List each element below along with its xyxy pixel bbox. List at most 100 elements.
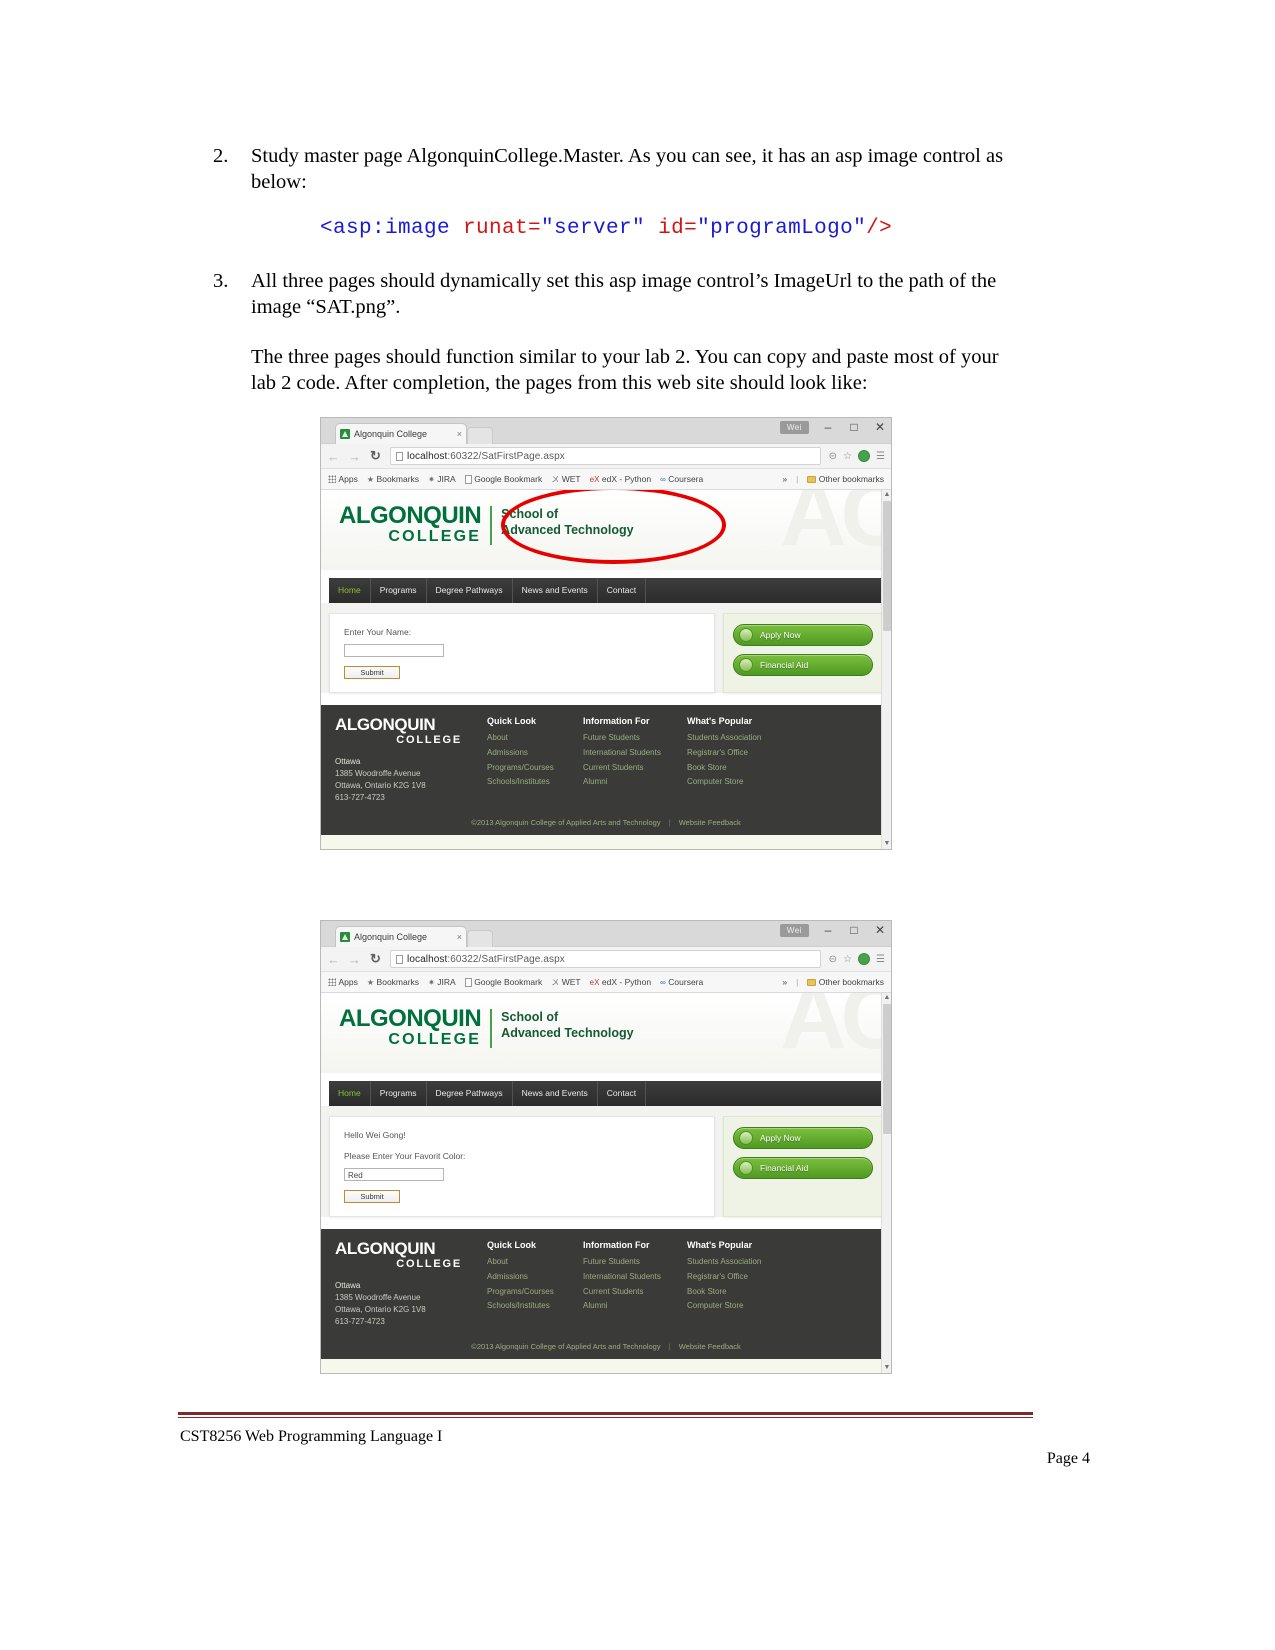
- submit-button[interactable]: Submit: [344, 1190, 400, 1203]
- profile-avatar[interactable]: [858, 450, 871, 462]
- user-profile-badge[interactable]: Wei: [779, 923, 809, 937]
- address-bar[interactable]: localhost:60322/SatFirstPage.aspx: [390, 447, 821, 465]
- forward-icon[interactable]: →: [348, 449, 361, 464]
- apply-now-button[interactable]: Apply Now: [733, 624, 873, 646]
- footer-link[interactable]: Schools/Institutes: [487, 775, 583, 790]
- close-window-icon[interactable]: ✕: [873, 923, 887, 937]
- bookmarks-overflow-button[interactable]: »: [782, 977, 787, 987]
- financial-aid-button[interactable]: Financial Aid: [733, 654, 873, 676]
- footer-link[interactable]: Admissions: [487, 1270, 583, 1285]
- bookmark-google-bookmark[interactable]: Google Bookmark: [464, 977, 542, 987]
- nav-item-degree-pathways[interactable]: Degree Pathways: [427, 1081, 513, 1106]
- other-bookmarks-folder[interactable]: Other bookmarks: [807, 474, 884, 484]
- bookmark-coursera[interactable]: ∞ Coursera: [660, 474, 703, 484]
- browser-tab[interactable]: Algonquin College ×: [335, 423, 467, 444]
- scrollbar-thumb[interactable]: [883, 1004, 891, 1134]
- other-bookmarks-folder[interactable]: Other bookmarks: [807, 977, 884, 987]
- site-logo[interactable]: ALGONQUIN COLLEGE School of Advanced Tec…: [339, 504, 634, 545]
- name-input[interactable]: [344, 644, 444, 657]
- footer-link[interactable]: Programs/Courses: [487, 1285, 583, 1300]
- footer-link[interactable]: Alumni: [583, 775, 687, 790]
- zoom-icon[interactable]: ⊝: [829, 451, 837, 462]
- zoom-icon[interactable]: ⊝: [829, 954, 837, 965]
- minimize-icon[interactable]: –: [821, 923, 835, 937]
- bookmark-star-icon[interactable]: ☆: [843, 954, 852, 965]
- address-bar[interactable]: localhost:60322/SatFirstPage.aspx: [390, 950, 821, 968]
- footer-link[interactable]: Computer Store: [687, 1299, 791, 1314]
- footer-link[interactable]: About: [487, 731, 583, 746]
- financial-aid-button[interactable]: Financial Aid: [733, 1157, 873, 1179]
- website-feedback-link[interactable]: Website Feedback: [679, 818, 741, 827]
- site-logo[interactable]: ALGONQUIN COLLEGE School of Advanced Tec…: [339, 1007, 634, 1048]
- forward-icon[interactable]: →: [348, 952, 361, 967]
- footer-link[interactable]: Programs/Courses: [487, 761, 583, 776]
- nav-item-degree-pathways[interactable]: Degree Pathways: [427, 578, 513, 603]
- nav-item-contact[interactable]: Contact: [598, 578, 647, 603]
- footer-link[interactable]: Computer Store: [687, 775, 791, 790]
- bookmark-star-icon[interactable]: ☆: [843, 451, 852, 462]
- scrollbar-thumb[interactable]: [883, 501, 891, 631]
- footer-link[interactable]: Current Students: [583, 761, 687, 776]
- footer-link[interactable]: Schools/Institutes: [487, 1299, 583, 1314]
- footer-link[interactable]: Book Store: [687, 761, 791, 776]
- back-icon[interactable]: ←: [327, 449, 340, 464]
- footer-link[interactable]: International Students: [583, 746, 687, 761]
- website-feedback-link[interactable]: Website Feedback: [679, 1342, 741, 1351]
- browser-tab[interactable]: Algonquin College ×: [335, 926, 467, 947]
- new-tab-button[interactable]: [467, 427, 493, 444]
- scroll-down-icon[interactable]: ▼: [882, 839, 891, 849]
- browser-menu-icon[interactable]: ☰: [876, 954, 885, 965]
- nav-item-programs[interactable]: Programs: [371, 578, 427, 603]
- new-tab-button[interactable]: [467, 930, 493, 947]
- close-window-icon[interactable]: ✕: [873, 420, 887, 434]
- footer-link[interactable]: Future Students: [583, 1255, 687, 1270]
- nav-item-news-and-events[interactable]: News and Events: [513, 1081, 598, 1106]
- footer-link[interactable]: Alumni: [583, 1299, 687, 1314]
- vertical-scrollbar[interactable]: ▲ ▼: [881, 993, 891, 1373]
- maximize-icon[interactable]: □: [847, 420, 861, 434]
- reload-icon[interactable]: ↻: [369, 951, 382, 967]
- submit-button[interactable]: Submit: [344, 666, 400, 679]
- reload-icon[interactable]: ↻: [369, 448, 382, 464]
- user-profile-badge[interactable]: Wei: [779, 420, 809, 434]
- footer-link[interactable]: Book Store: [687, 1285, 791, 1300]
- nav-item-contact[interactable]: Contact: [598, 1081, 647, 1106]
- bookmark-google-bookmark[interactable]: Google Bookmark: [464, 474, 542, 484]
- bookmark-apps[interactable]: Apps: [328, 977, 358, 987]
- close-tab-icon[interactable]: ×: [457, 429, 462, 439]
- bookmarks-overflow-button[interactable]: »: [782, 474, 787, 484]
- minimize-icon[interactable]: –: [821, 420, 835, 434]
- bookmark-wet[interactable]: 〤 WET: [551, 474, 580, 485]
- footer-link[interactable]: Registrar's Office: [687, 1270, 791, 1285]
- bookmark-jira[interactable]: ✷ JIRA: [428, 977, 456, 987]
- footer-link[interactable]: International Students: [583, 1270, 687, 1285]
- nav-item-news-and-events[interactable]: News and Events: [513, 578, 598, 603]
- bookmark-edx-python[interactable]: eX edX - Python: [590, 474, 651, 484]
- apply-now-button[interactable]: Apply Now: [733, 1127, 873, 1149]
- bookmark-coursera[interactable]: ∞ Coursera: [660, 977, 703, 987]
- footer-link[interactable]: Current Students: [583, 1285, 687, 1300]
- profile-avatar[interactable]: [858, 953, 871, 965]
- scroll-up-icon[interactable]: ▲: [882, 490, 891, 500]
- nav-item-home[interactable]: Home: [329, 578, 371, 603]
- nav-item-home[interactable]: Home: [329, 1081, 371, 1106]
- footer-link[interactable]: Students Association: [687, 731, 791, 746]
- bookmark-jira[interactable]: ✷ JIRA: [428, 474, 456, 484]
- bookmark-bookmarks[interactable]: ★ Bookmarks: [367, 474, 419, 484]
- footer-link[interactable]: Admissions: [487, 746, 583, 761]
- nav-item-programs[interactable]: Programs: [371, 1081, 427, 1106]
- close-tab-icon[interactable]: ×: [457, 932, 462, 942]
- color-input[interactable]: Red: [344, 1168, 444, 1181]
- back-icon[interactable]: ←: [327, 952, 340, 967]
- footer-link[interactable]: Students Association: [687, 1255, 791, 1270]
- bookmark-apps[interactable]: Apps: [328, 474, 358, 484]
- footer-link[interactable]: Future Students: [583, 731, 687, 746]
- vertical-scrollbar[interactable]: ▲ ▼: [881, 490, 891, 849]
- footer-link[interactable]: Registrar's Office: [687, 746, 791, 761]
- maximize-icon[interactable]: □: [847, 923, 861, 937]
- bookmark-bookmarks[interactable]: ★ Bookmarks: [367, 977, 419, 987]
- bookmark-wet[interactable]: 〤 WET: [551, 977, 580, 988]
- scroll-down-icon[interactable]: ▼: [882, 1363, 891, 1373]
- scroll-up-icon[interactable]: ▲: [882, 993, 891, 1003]
- bookmark-edx-python[interactable]: eX edX - Python: [590, 977, 651, 987]
